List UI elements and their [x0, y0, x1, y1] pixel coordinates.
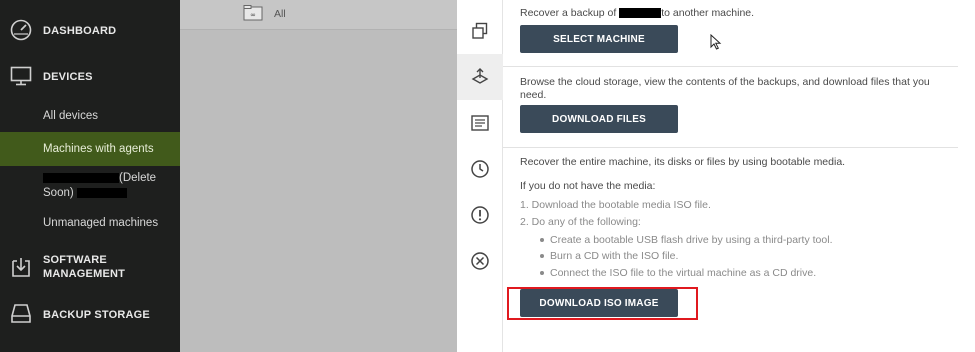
redacted-block: [43, 172, 119, 183]
recover-prefix: Recover a backup of: [520, 7, 617, 19]
svg-text:∞: ∞: [250, 11, 256, 19]
nav-software-label-1: SOFTWARE: [43, 254, 107, 266]
sidebar-item-redacted-machine[interactable]: (Delete Soon): [0, 171, 180, 203]
recovery-panel: Recover a backup of to another machine. …: [503, 0, 975, 352]
device-list-panel: ∞ All: [180, 0, 457, 352]
step-2-text: 2. Do any of the following:: [520, 216, 641, 228]
download-iso-image-button[interactable]: DOWNLOAD ISO IMAGE: [520, 289, 678, 317]
sidebar-item-unmanaged-machines[interactable]: Unmanaged machines: [0, 214, 180, 232]
mouse-cursor-icon: [710, 34, 722, 50]
recover-suffix: to another machine.: [661, 7, 755, 19]
nav-dashboard[interactable]: DASHBOARD: [0, 16, 180, 44]
dashboard-icon: [10, 19, 32, 41]
nav-backup-storage-label: BACKUP STORAGE: [43, 309, 150, 321]
redacted-block: [76, 187, 127, 198]
clock-icon: [471, 160, 489, 178]
tab-schedule[interactable]: [457, 146, 503, 192]
no-media-text: If you do not have the media:: [520, 180, 656, 192]
redacted-item-line2: Soon): [43, 187, 74, 199]
copy-icon: [472, 22, 488, 39]
nav-dashboard-label: DASHBOARD: [43, 25, 117, 37]
folder-icon[interactable]: ∞: [243, 4, 263, 22]
tab-copy[interactable]: [457, 8, 503, 54]
step-1-text: 1. Download the bootable media ISO file.: [520, 199, 711, 211]
nav-software-label-2: MANAGEMENT: [43, 268, 126, 280]
nav-software-management[interactable]: SOFTWARE MANAGEMENT: [0, 252, 180, 282]
divider: [503, 147, 958, 148]
software-download-icon: [12, 258, 30, 277]
tab-alerts[interactable]: [457, 192, 503, 238]
tab-recovery[interactable]: [457, 54, 503, 100]
close-circle-icon: [471, 252, 489, 270]
action-rail: [457, 0, 503, 352]
storage-drive-icon: [11, 304, 31, 323]
tab-delete[interactable]: [457, 238, 503, 284]
alert-icon: [471, 206, 489, 224]
bullet-usb: Create a bootable USB flash drive by usi…: [540, 234, 833, 246]
tab-activities[interactable]: [457, 100, 503, 146]
recovery-icon: [471, 68, 489, 84]
redacted-block: [619, 8, 662, 19]
bootable-intro-text: Recover the entire machine, its disks or…: [520, 156, 846, 168]
nav-backup-storage[interactable]: BACKUP STORAGE: [0, 300, 180, 328]
filter-all-label[interactable]: All: [274, 8, 286, 20]
sidebar-item-machines-with-agents[interactable]: Machines with agents: [0, 132, 180, 166]
recover-backup-text: Recover a backup of to another machine.: [520, 7, 754, 20]
select-machine-button[interactable]: SELECT MACHINE: [520, 25, 678, 53]
download-files-button[interactable]: DOWNLOAD FILES: [520, 105, 678, 133]
bullet-connect-iso: Connect the ISO file to the virtual mach…: [539, 267, 817, 279]
bullet-burn-cd: Burn a CD with the ISO file.: [539, 250, 679, 262]
sidebar: DASHBOARD DEVICES All devices Machines w…: [0, 0, 180, 352]
sidebar-item-all-devices[interactable]: All devices: [0, 107, 180, 125]
monitor-icon: [10, 66, 32, 86]
activity-log-icon: [471, 115, 489, 131]
device-list-header: ∞ All: [180, 0, 457, 30]
divider: [503, 66, 958, 67]
nav-devices-label: DEVICES: [43, 71, 93, 83]
nav-devices[interactable]: DEVICES: [0, 62, 180, 90]
browse-storage-text: Browse the cloud storage, view the conte…: [520, 76, 930, 101]
redacted-item-suffix: (Delete: [119, 172, 157, 184]
